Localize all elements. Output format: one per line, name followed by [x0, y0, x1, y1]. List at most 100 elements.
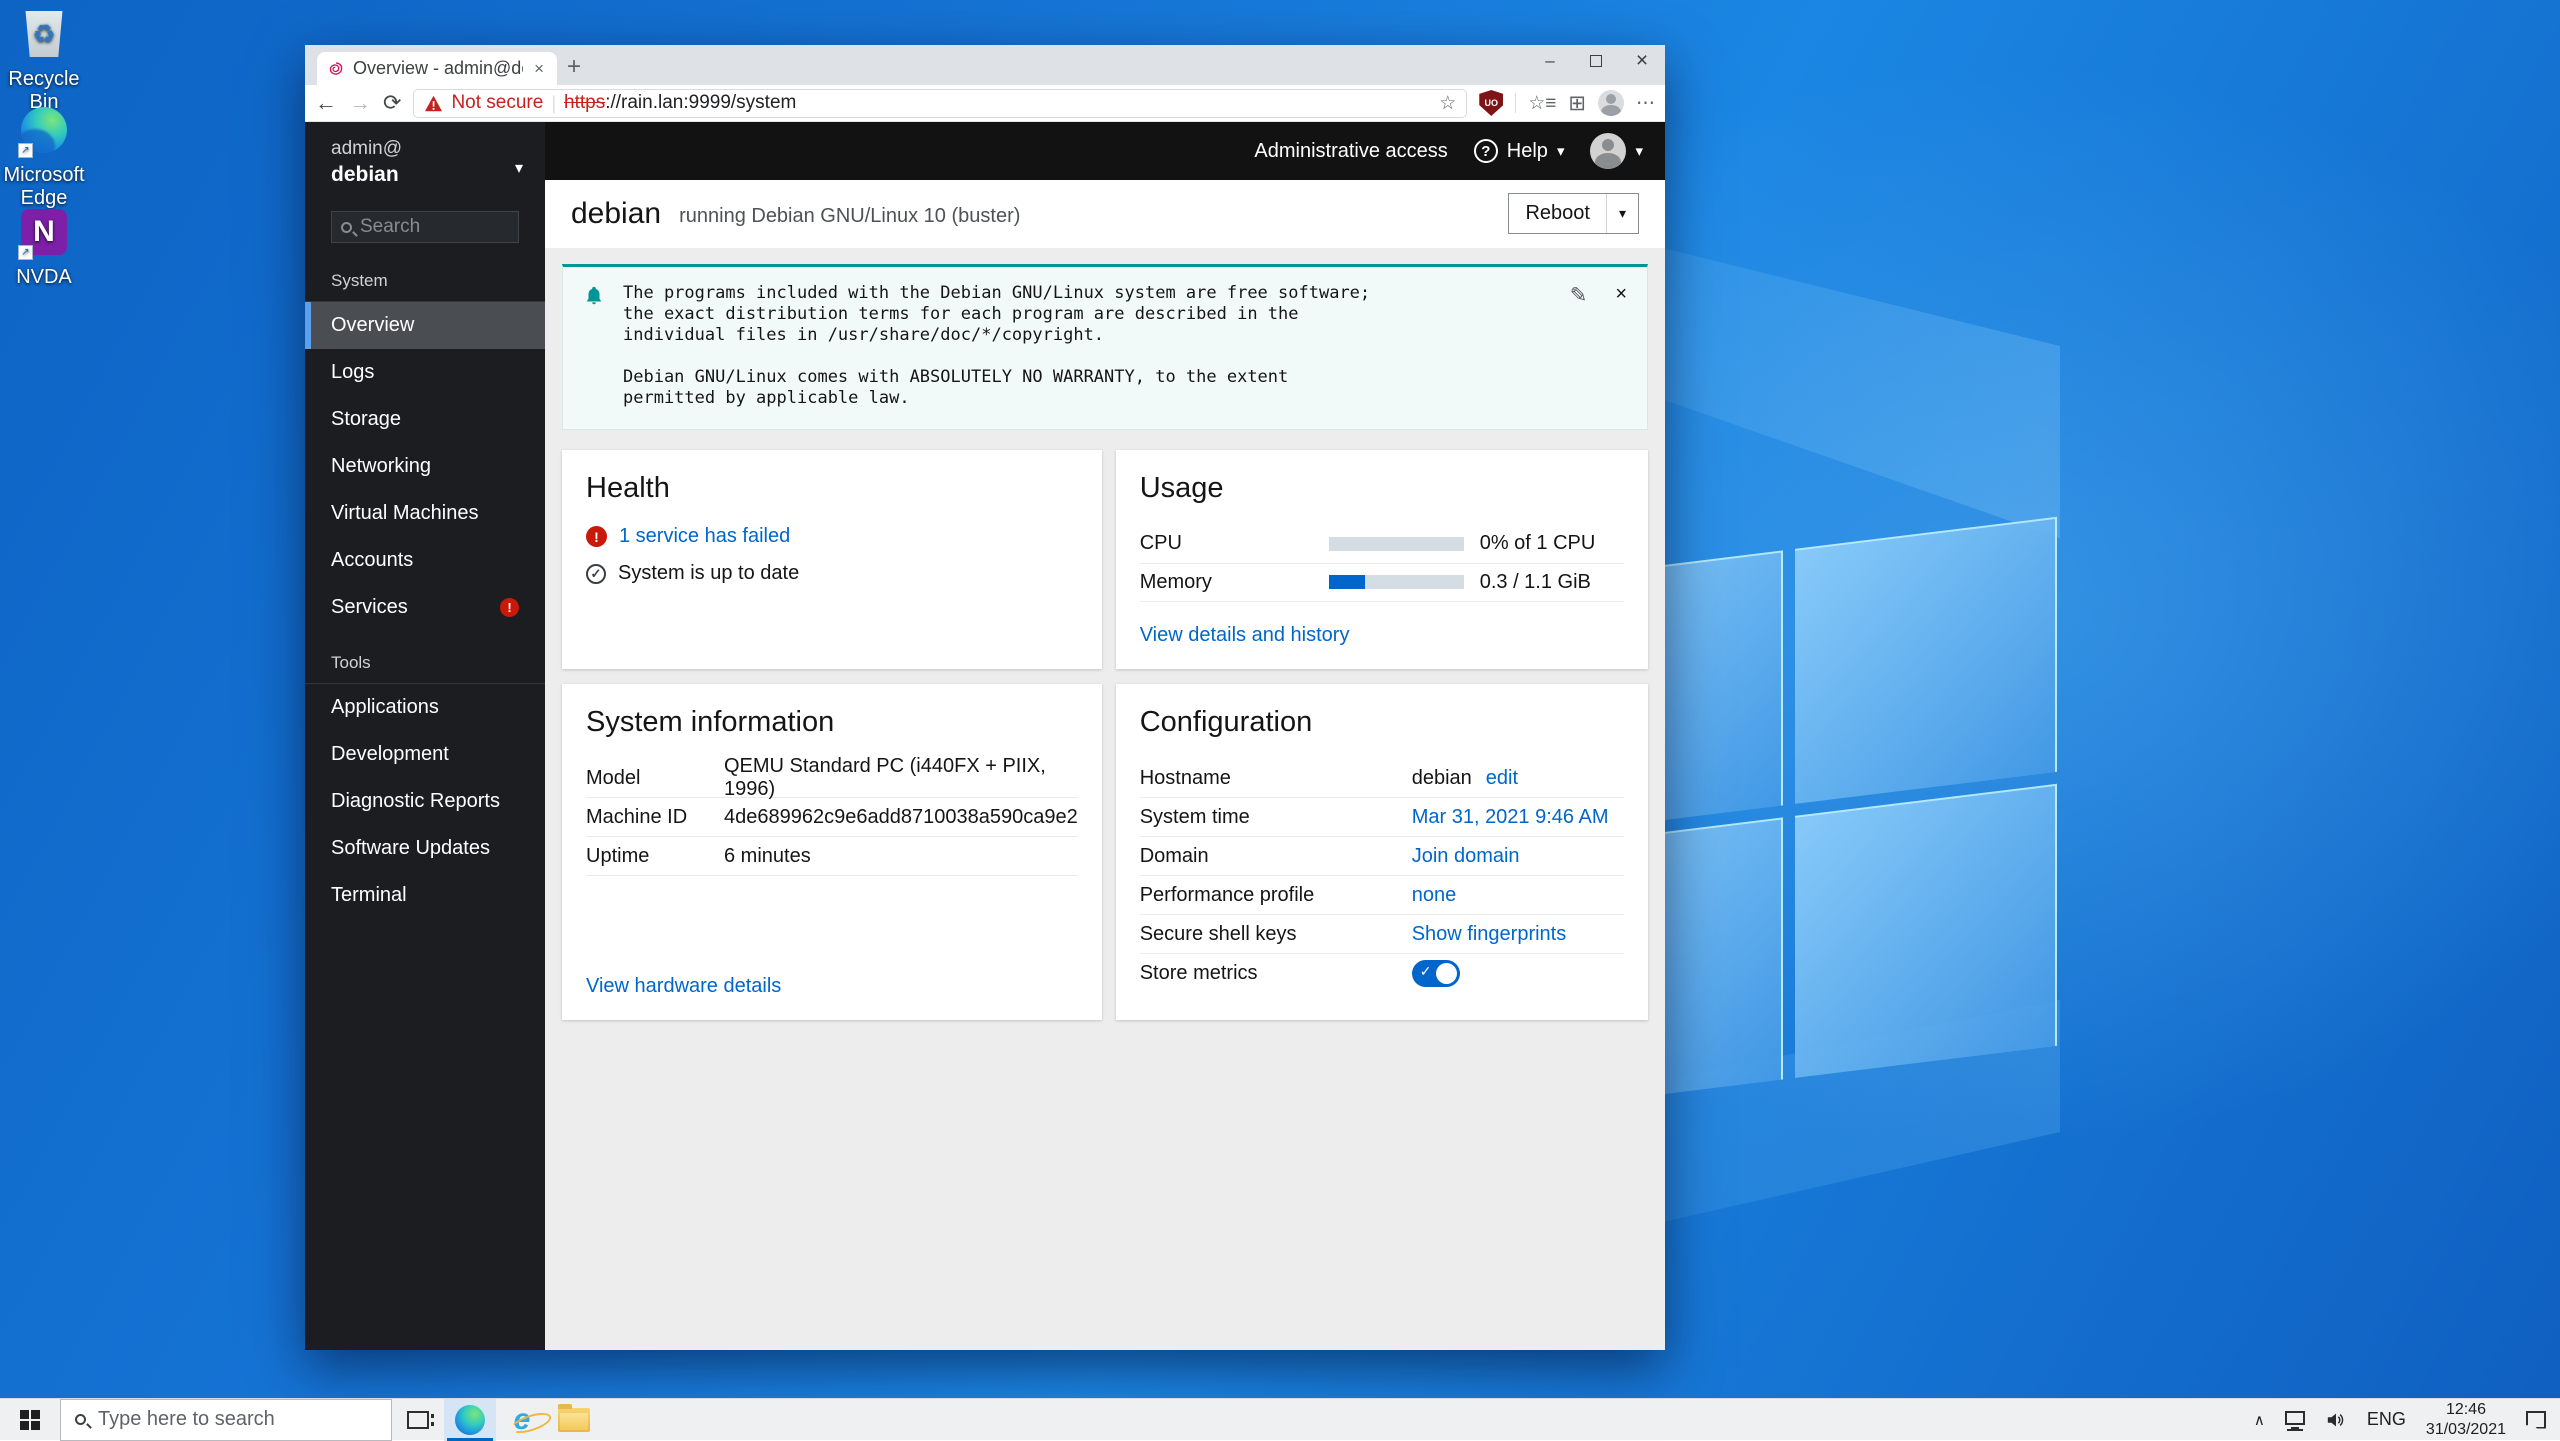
recycle-glyph: ♻	[32, 19, 55, 50]
task-view-button[interactable]	[392, 1399, 444, 1441]
show-fingerprints-link[interactable]: Show fingerprints	[1412, 923, 1567, 946]
taskbar-internet-explorer-button[interactable]: e	[496, 1399, 548, 1441]
view-details-history-link[interactable]: View details and history	[1140, 624, 1624, 647]
desktop-icon-microsoft-edge[interactable]: ↗ Microsoft Edge	[0, 104, 96, 210]
taskbar-edge-button[interactable]	[444, 1399, 496, 1441]
store-metrics-label: Store metrics	[1140, 962, 1412, 985]
sidebar-item-label: Virtual Machines	[331, 502, 478, 525]
sidebar-item-label: Applications	[331, 696, 439, 719]
sidebar-item-software-updates[interactable]: Software Updates	[305, 825, 545, 872]
memory-progress-fill	[1329, 575, 1365, 589]
sidebar-item-applications[interactable]: Applications	[305, 684, 545, 731]
forward-button[interactable]: →	[349, 90, 371, 116]
sidebar-item-label: Software Updates	[331, 837, 490, 860]
administrative-access-button[interactable]: Administrative access	[1254, 140, 1447, 163]
collections-icon[interactable]: ⊞	[1568, 91, 1586, 116]
back-button[interactable]: ←	[315, 90, 337, 116]
tab-strip: Overview - admin@debian × + – ×	[305, 45, 1665, 85]
usage-title: Usage	[1140, 472, 1624, 505]
machine-id-value: 4de689962c9e6add8710038a590ca9e2	[724, 806, 1078, 829]
browser-profile-avatar[interactable]	[1598, 90, 1624, 116]
motd-line: The programs included with the Debian GN…	[623, 283, 1552, 304]
sidebar-search[interactable]	[331, 211, 519, 243]
edit-motd-icon[interactable]: ✎	[1570, 283, 1588, 308]
ublock-extension-icon[interactable]: UO	[1479, 90, 1503, 116]
window-maximize-button[interactable]	[1573, 45, 1619, 77]
taskbar-file-explorer-button[interactable]	[548, 1399, 600, 1441]
page-title: debian	[571, 197, 661, 231]
sidebar-item-logs[interactable]: Logs	[305, 349, 545, 396]
reboot-split-button[interactable]: Reboot ▾	[1508, 193, 1639, 234]
memory-progress-bar	[1329, 575, 1464, 589]
nvda-letter: N	[33, 215, 55, 249]
network-icon[interactable]	[2285, 1411, 2305, 1425]
window-minimize-button[interactable]: –	[1527, 45, 1573, 77]
chevron-down-icon: ▾	[1635, 142, 1643, 160]
desktop-icon-recycle-bin[interactable]: ♻ Recycle Bin	[0, 8, 96, 114]
logo-pane	[1795, 517, 2057, 804]
domain-row: Domain Join domain	[1140, 837, 1624, 876]
new-tab-button[interactable]: +	[567, 53, 581, 81]
start-button[interactable]	[0, 1399, 60, 1441]
ublock-label: UO	[1485, 98, 1499, 108]
configuration-card: Configuration Hostname debian edit Syste…	[1116, 684, 1648, 1020]
language-indicator[interactable]: ENG	[2367, 1409, 2406, 1430]
tray-chevron-up-icon[interactable]: ∧	[2254, 1411, 2265, 1429]
toggle-check-icon: ✓	[1420, 963, 1432, 980]
volume-icon[interactable]	[2325, 1410, 2347, 1430]
sidebar-item-development[interactable]: Development	[305, 731, 545, 778]
help-menu[interactable]: ? Help ▾	[1474, 139, 1565, 163]
failed-service-link[interactable]: 1 service has failed	[619, 525, 790, 548]
sidebar-item-terminal[interactable]: Terminal	[305, 872, 545, 919]
model-row: Model QEMU Standard PC (i440FX + PIIX, 1…	[586, 759, 1078, 798]
desktop-icon-nvda[interactable]: N ↗ NVDA	[0, 206, 96, 289]
sidebar-item-diagnostic-reports[interactable]: Diagnostic Reports	[305, 778, 545, 825]
dismiss-banner-icon[interactable]: ×	[1615, 283, 1627, 306]
reboot-label[interactable]: Reboot	[1509, 194, 1606, 233]
not-secure-label[interactable]: Not secure	[451, 92, 543, 114]
motd-line: the exact distribution terms for each pr…	[623, 304, 1552, 325]
search-input[interactable]	[360, 216, 509, 238]
sidebar-item-label: Diagnostic Reports	[331, 790, 500, 813]
logo-pane	[1795, 784, 2057, 1078]
uptime-value: 6 minutes	[724, 845, 811, 868]
motd-line: permitted by applicable law.	[623, 388, 1552, 409]
memory-label: Memory	[1140, 571, 1329, 594]
store-metrics-toggle[interactable]: ✓	[1412, 960, 1460, 987]
sidebar-item-label: Logs	[331, 361, 374, 384]
add-favorite-icon[interactable]: ☆	[1439, 92, 1456, 115]
session-menu[interactable]: ▾	[1590, 133, 1643, 169]
edge-icon	[455, 1405, 485, 1435]
sidebar-item-virtual-machines[interactable]: Virtual Machines	[305, 490, 545, 537]
action-center-icon[interactable]	[2526, 1411, 2546, 1429]
favorites-bar-icon[interactable]: ☆≡	[1528, 92, 1556, 115]
sidebar-item-label: Storage	[331, 408, 401, 431]
model-value: QEMU Standard PC (i440FX + PIIX, 1996)	[724, 755, 1078, 801]
window-close-button[interactable]: ×	[1619, 45, 1665, 77]
url-text[interactable]: https://rain.lan:9999/system	[564, 92, 796, 114]
host-switcher[interactable]: admin@ debian ▾	[305, 122, 545, 197]
address-bar[interactable]: Not secure | https://rain.lan:9999/syste…	[413, 89, 1467, 118]
sidebar-item-overview[interactable]: Overview	[305, 302, 545, 349]
refresh-button[interactable]: ⟳	[383, 90, 401, 116]
tab-close-icon[interactable]: ×	[531, 59, 547, 79]
system-time-row: System time Mar 31, 2021 9:46 AM	[1140, 798, 1624, 837]
browser-menu-icon[interactable]: ⋯	[1636, 92, 1655, 115]
join-domain-link[interactable]: Join domain	[1412, 845, 1520, 868]
sidebar-item-label: Accounts	[331, 549, 413, 572]
browser-tab[interactable]: Overview - admin@debian ×	[317, 52, 557, 85]
view-hardware-details-link[interactable]: View hardware details	[586, 975, 1078, 998]
taskbar-clock[interactable]: 12:46 31/03/2021	[2426, 1400, 2506, 1440]
edit-hostname-link[interactable]: edit	[1486, 767, 1518, 790]
recycle-bin-icon: ♻	[23, 11, 65, 57]
taskbar-search[interactable]: Type here to search	[60, 1399, 392, 1441]
sidebar-item-accounts[interactable]: Accounts	[305, 537, 545, 584]
sidebar-item-services[interactable]: Services !	[305, 584, 545, 631]
help-label: Help	[1507, 140, 1548, 163]
sidebar-item-networking[interactable]: Networking	[305, 443, 545, 490]
performance-profile-link[interactable]: none	[1412, 884, 1457, 907]
system-time-link[interactable]: Mar 31, 2021 9:46 AM	[1412, 806, 1609, 829]
nav-section-system: System	[305, 263, 545, 302]
reboot-dropdown-toggle[interactable]: ▾	[1606, 194, 1638, 233]
sidebar-item-storage[interactable]: Storage	[305, 396, 545, 443]
